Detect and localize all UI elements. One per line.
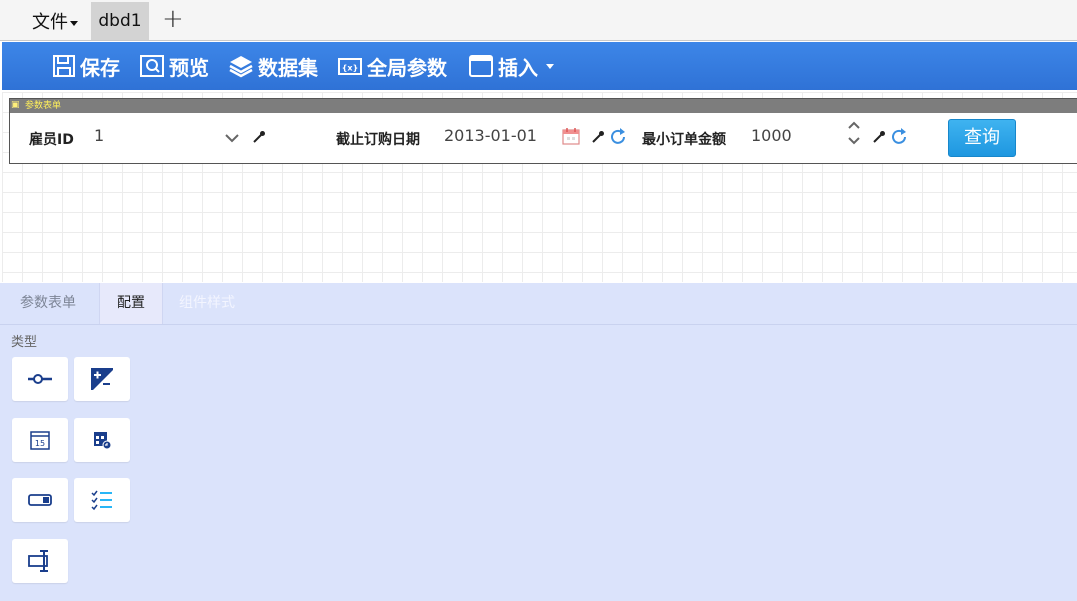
spinner-up-icon[interactable] [847, 120, 861, 130]
save-button[interactable]: 保存 [52, 42, 120, 90]
global-params-button[interactable]: {x} 全局参数 [337, 42, 447, 90]
caret-down-icon [70, 20, 78, 26]
calendar-icon[interactable] [562, 127, 580, 145]
text-cursor-icon [28, 550, 48, 572]
type-toggle-input-button[interactable] [12, 478, 68, 522]
query-button[interactable]: 查询 [948, 119, 1016, 157]
insert-icon [469, 55, 493, 77]
file-menu-label: 文件 [32, 12, 68, 33]
preview-label: 预览 [169, 55, 209, 80]
calendar-grid-icon [94, 432, 112, 450]
global-params-icon: {x} [338, 58, 362, 75]
preview-icon [140, 55, 164, 77]
min-order-amount-field[interactable]: 1000 [751, 126, 792, 145]
parameter-form-title: 参数表单 [25, 101, 62, 111]
parameter-form-header: ▣ 参数表单 [10, 99, 1077, 113]
eyedropper-icon[interactable] [872, 130, 886, 144]
eyedropper-icon[interactable] [591, 130, 605, 144]
refresh-icon[interactable] [889, 127, 909, 147]
employee-id-label: 雇员ID [29, 132, 74, 148]
type-checklist-button[interactable] [74, 478, 130, 522]
panel-tabs: 参数表单 配置 组件样式 [0, 283, 1077, 325]
svg-text:{x}: {x} [342, 64, 359, 73]
insert-label: 插入 [498, 55, 538, 80]
plus-minus-icon [91, 368, 113, 390]
checklist-icon [91, 490, 112, 511]
global-params-label: 全局参数 [367, 55, 447, 80]
type-text-input-button[interactable] [12, 539, 68, 583]
tab-parameter-form[interactable]: 参数表单 [10, 283, 86, 324]
eyedropper-icon[interactable] [252, 130, 266, 144]
type-date-button[interactable]: 15 [12, 418, 68, 462]
svg-text:15: 15 [35, 439, 45, 448]
add-tab-button[interactable]: + [162, 4, 184, 34]
type-plus-minus-button[interactable] [74, 357, 130, 401]
employee-id-field[interactable]: 1 [94, 126, 104, 145]
cutoff-date-field[interactable]: 2013-01-01 [444, 126, 537, 145]
slider-icon [28, 374, 52, 384]
dataset-button[interactable]: 数据集 [228, 42, 318, 90]
type-date-range-button[interactable] [74, 418, 130, 462]
tab-config[interactable]: 配置 [99, 283, 163, 324]
design-canvas[interactable]: ▣ 参数表单 雇员ID 1 截止订购日期 2013-01-01 最小订单金额 1… [2, 92, 1077, 282]
save-icon [53, 55, 75, 77]
toolbar: 保存 预览 数据集 {x} 全局参数 插入 [2, 42, 1077, 90]
cutoff-date-label: 截止订购日期 [336, 132, 420, 148]
tab-bar: 文件 dbd1 + [0, 0, 1077, 41]
form-widget-icon: ▣ [11, 100, 20, 110]
parameter-form[interactable]: ▣ 参数表单 雇员ID 1 截止订购日期 2013-01-01 最小订单金额 1… [9, 98, 1077, 164]
tab-dbd1[interactable]: dbd1 [91, 2, 149, 40]
toggle-input-icon [28, 494, 52, 506]
insert-button[interactable]: 插入 [468, 42, 554, 90]
calendar-icon: 15 [30, 431, 50, 450]
type-slider-button[interactable] [12, 357, 68, 401]
tab-component-style[interactable]: 组件样式 [169, 283, 245, 324]
dataset-label: 数据集 [258, 55, 318, 80]
chevron-down-icon[interactable] [224, 133, 240, 143]
type-section-label: 类型 [11, 335, 38, 350]
dataset-icon [229, 56, 253, 78]
spinner-down-icon[interactable] [847, 136, 861, 146]
min-order-amount-label: 最小订单金额 [642, 132, 726, 148]
property-panel: 参数表单 配置 组件样式 类型 15 [0, 283, 1077, 601]
file-menu[interactable]: 文件 [32, 8, 78, 34]
save-label: 保存 [80, 55, 120, 80]
caret-down-icon [546, 63, 554, 69]
refresh-icon[interactable] [608, 127, 628, 147]
preview-button[interactable]: 预览 [139, 42, 209, 90]
